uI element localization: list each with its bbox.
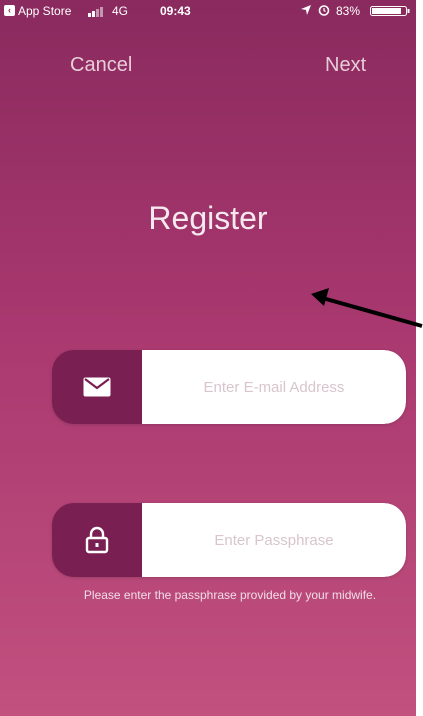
passphrase-input[interactable]: Enter Passphrase (142, 503, 406, 577)
annotation-arrow (311, 288, 423, 328)
email-input[interactable]: Enter E-mail Address (142, 350, 406, 424)
back-to-app-icon[interactable]: ‹ (4, 5, 15, 16)
passphrase-field-row: Enter Passphrase (52, 503, 406, 577)
battery-percentage: 83% (336, 4, 361, 18)
envelope-icon (52, 350, 142, 424)
page-title: Register (148, 200, 268, 236)
alarm-icon (318, 5, 330, 16)
status-bar: ‹ App Store 4G 09:43 83% (0, 0, 416, 22)
signal-icon (88, 7, 103, 17)
passphrase-hint: Please enter the passphrase provided by … (83, 588, 377, 602)
lock-icon (52, 503, 142, 577)
cancel-button[interactable]: Cancel (70, 54, 132, 77)
email-field-row: Enter E-mail Address (52, 350, 406, 424)
network-type: 4G (112, 4, 129, 18)
screenshot-border (416, 0, 423, 716)
back-app-label[interactable]: App Store (18, 4, 71, 18)
location-arrow-icon (301, 5, 311, 15)
phone-screen: ‹ App Store 4G 09:43 83% Cancel Next Reg… (0, 0, 416, 716)
next-button[interactable]: Next (325, 54, 366, 77)
battery-icon (370, 6, 410, 16)
clock: 09:43 (160, 4, 191, 18)
